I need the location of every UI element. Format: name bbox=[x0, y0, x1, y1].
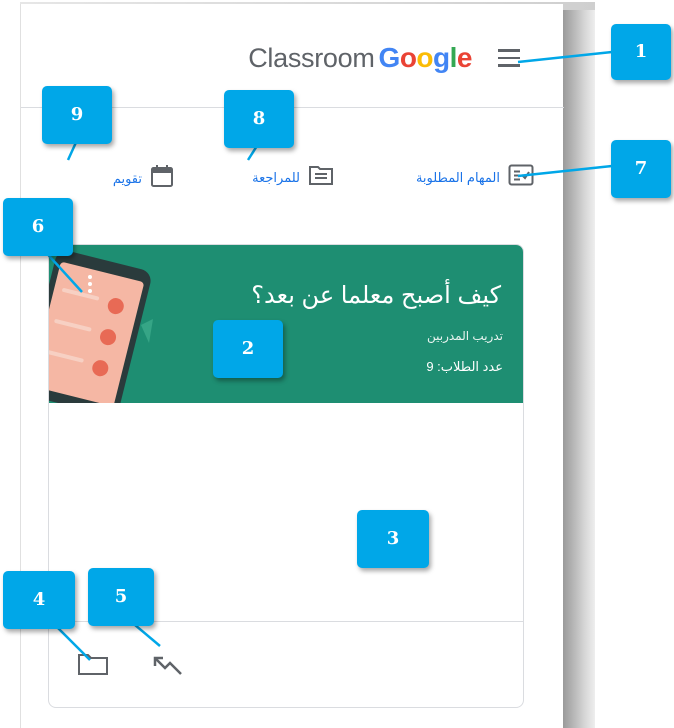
phone-illustration bbox=[49, 250, 153, 403]
folder-icon[interactable] bbox=[77, 652, 109, 681]
nav-todo-label: المهام المطلوبة bbox=[415, 169, 500, 185]
class-title[interactable]: كيف أصبح معلما عن بعد؟ bbox=[251, 281, 501, 310]
more-options-icon[interactable] bbox=[87, 275, 93, 299]
brand-logo[interactable]: Classroom Google bbox=[248, 42, 472, 74]
class-card: كيف أصبح معلما عن بعد؟ تدريب المدربين عد… bbox=[48, 244, 524, 708]
callout-4: 4 bbox=[3, 571, 75, 629]
top-nav: المهام المطلوبة للمراجعة تقويم bbox=[21, 164, 564, 194]
nav-todo[interactable]: المهام المطلوبة bbox=[416, 164, 534, 191]
callout-3: 3 bbox=[357, 510, 429, 568]
calendar-icon bbox=[150, 164, 174, 193]
callout-7: 7 bbox=[611, 140, 671, 198]
nav-calendar-label: تقويم bbox=[112, 170, 142, 186]
callout-1: 1 bbox=[611, 24, 671, 80]
assignment-check-icon bbox=[508, 164, 534, 191]
nav-calendar[interactable]: تقويم bbox=[113, 164, 174, 193]
window-edge-shadow bbox=[563, 10, 595, 728]
trending-icon[interactable] bbox=[151, 652, 183, 681]
review-list-icon bbox=[308, 164, 334, 191]
callout-9: 9 bbox=[42, 86, 112, 144]
callout-2: 2 bbox=[213, 320, 283, 378]
callout-8: 8 bbox=[224, 90, 294, 148]
hamburger-icon[interactable] bbox=[498, 49, 522, 69]
callout-6: 6 bbox=[3, 198, 73, 256]
brand-classroom-word: Classroom bbox=[248, 43, 375, 73]
callout-5: 5 bbox=[88, 568, 154, 626]
class-card-footer bbox=[49, 621, 523, 707]
class-section: تدريب المدربين bbox=[426, 329, 503, 343]
class-card-banner[interactable]: كيف أصبح معلما عن بعد؟ تدريب المدربين عد… bbox=[49, 245, 523, 403]
student-count: عدد الطلاب: 9 bbox=[426, 359, 503, 374]
brand-google-word: Google bbox=[378, 42, 473, 73]
nav-review[interactable]: للمراجعة bbox=[252, 164, 334, 191]
nav-review-label: للمراجعة bbox=[252, 169, 300, 185]
